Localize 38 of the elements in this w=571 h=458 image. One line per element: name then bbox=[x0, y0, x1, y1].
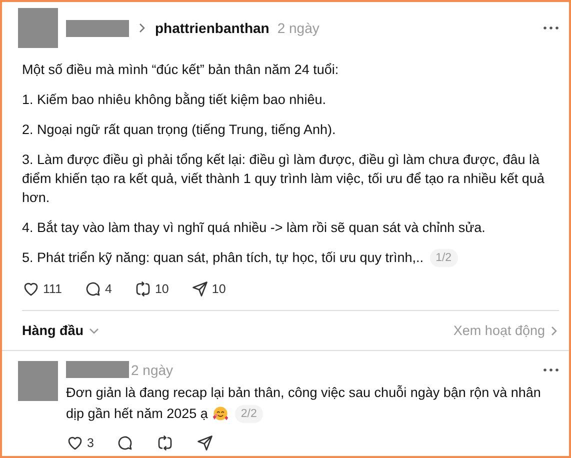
reply-text: dịp gần hết năm 2025 ạ bbox=[66, 405, 208, 423]
more-icon[interactable] bbox=[543, 366, 559, 372]
repost-icon bbox=[156, 434, 174, 452]
send-icon bbox=[190, 280, 209, 298]
redacted-name bbox=[66, 20, 129, 36]
sort-dropdown[interactable]: Hàng đầu bbox=[22, 323, 99, 338]
post-text: 4. Bắt tay vào làm thay vì nghĩ quá nhiều -> làm rồi sẽ quan sát và chỉnh sửa. bbox=[22, 219, 486, 237]
heart-icon bbox=[22, 280, 40, 298]
comment-icon bbox=[116, 434, 134, 452]
repost-button[interactable] bbox=[156, 434, 174, 452]
reply-time: 2 ngày bbox=[131, 362, 174, 378]
repost-icon bbox=[134, 280, 152, 298]
share-button[interactable] bbox=[196, 434, 214, 452]
like-button[interactable]: 111 bbox=[22, 280, 62, 298]
post-text: 2. Ngoại ngữ rất quan trọng (tiếng Trung, tiếng Anh). bbox=[22, 121, 337, 139]
username[interactable]: phattrienbanthan bbox=[155, 20, 270, 36]
comment-icon bbox=[84, 280, 102, 298]
reply-button[interactable]: 4 bbox=[84, 280, 112, 298]
chevron-right-icon bbox=[549, 326, 559, 336]
repost-button[interactable]: 10 bbox=[134, 280, 169, 298]
chevron-down-icon bbox=[88, 326, 99, 336]
redacted-name bbox=[66, 361, 129, 378]
send-icon bbox=[196, 434, 214, 452]
like-button[interactable]: 3 bbox=[66, 434, 94, 452]
more-icon[interactable] bbox=[543, 25, 559, 31]
smiling-face-icon bbox=[212, 405, 229, 422]
reply-button[interactable] bbox=[116, 434, 134, 452]
share-button[interactable]: 10 bbox=[190, 280, 226, 298]
post-time: 2 ngày bbox=[277, 20, 320, 36]
post-text: 1. Kiếm bao nhiêu không bằng tiết kiệm bao nhiêu. bbox=[22, 91, 327, 109]
heart-icon bbox=[66, 434, 84, 452]
page-counter: 1/2 bbox=[430, 248, 458, 266]
post-text: 3. Làm được điều gì phải tổng kết lại: điều gì làm được, điều gì làm chưa được, đâu là điểm khiến tạo ra kết quả, viết thành 1 quy trình làm việc, tối ưu để tạo ra nhiều kết quả hơn. bbox=[22, 151, 546, 207]
reply-text: Đơn giản là đang recap lại bản thân, công việc sau chuỗi ngày bận rộn và nhân bbox=[66, 385, 541, 400]
post-text: Một số điều mà mình “đúc kết” bản thân năm 24 tuổi: bbox=[22, 61, 340, 79]
chevron-right-icon bbox=[137, 23, 147, 33]
page-counter: 2/2 bbox=[234, 404, 263, 422]
post-text: 5. Phát triển kỹ năng: quan sát, phân tích, tự học, tối ưu quy trình,.. bbox=[22, 249, 424, 267]
